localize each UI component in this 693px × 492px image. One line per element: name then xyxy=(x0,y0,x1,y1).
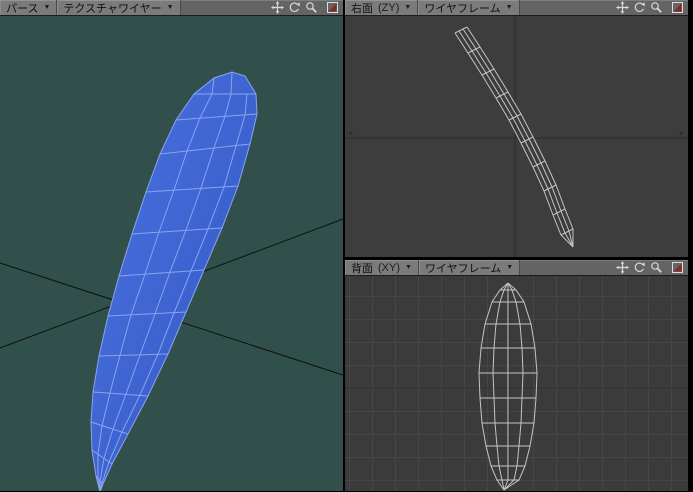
maximize-icon[interactable] xyxy=(670,261,685,274)
viewport-side: 右面 (ZY) ▼ ワイヤフレーム ▼ + + xyxy=(345,0,688,258)
back-header: 背面 (XY) ▼ ワイヤフレーム ▼ xyxy=(345,260,688,276)
viewport-back: 背面 (XY) ▼ ワイヤフレーム ▼ xyxy=(345,260,688,492)
viewport-controls xyxy=(270,0,343,15)
rotate-icon[interactable] xyxy=(632,1,647,14)
zoom-icon[interactable] xyxy=(649,261,664,274)
viewport-perspective: パース ▼ テクスチャワイヤー ▼ xyxy=(0,0,343,492)
perspective-header: パース ▼ テクスチャワイヤー ▼ xyxy=(0,0,343,16)
back-canvas[interactable] xyxy=(345,276,688,491)
banana-wireframe-back xyxy=(478,282,538,491)
pan-icon[interactable] xyxy=(615,1,630,14)
view-label: 背面 xyxy=(351,262,373,275)
perspective-scene xyxy=(0,71,343,491)
chevron-down-icon: ▼ xyxy=(505,4,513,11)
axis-mark-left: + xyxy=(348,129,354,139)
display-mode-label: ワイヤフレーム xyxy=(424,2,501,15)
rotate-icon[interactable] xyxy=(632,261,647,274)
display-mode-selector-back[interactable]: ワイヤフレーム ▼ xyxy=(418,260,521,275)
maximize-icon[interactable] xyxy=(670,1,685,14)
side-canvas[interactable]: + + xyxy=(345,16,688,257)
view-label: 右面 xyxy=(351,2,373,15)
viewport-controls xyxy=(615,0,688,15)
display-mode-selector-side[interactable]: ワイヤフレーム ▼ xyxy=(418,0,520,15)
view-selector-back[interactable]: 背面 (XY) ▼ xyxy=(345,260,419,275)
rotate-icon[interactable] xyxy=(287,1,302,14)
side-scene: + + xyxy=(345,16,688,257)
pan-icon[interactable] xyxy=(615,261,630,274)
banana-mesh xyxy=(90,71,258,491)
view-selector-side[interactable]: 右面 (ZY) ▼ xyxy=(345,0,419,15)
chevron-down-icon: ▼ xyxy=(405,264,412,271)
pan-icon[interactable] xyxy=(270,1,285,14)
view-selector-perspective[interactable]: パース ▼ xyxy=(0,0,58,15)
display-mode-label: ワイヤフレーム xyxy=(424,262,502,275)
modeler-window: パース ▼ テクスチャワイヤー ▼ 右面 (ZY) ▼ ワイヤフレーム ▼ + … xyxy=(0,0,693,492)
header-spacer xyxy=(520,260,615,275)
display-mode-selector-perspective[interactable]: テクスチャワイヤー ▼ xyxy=(57,0,181,15)
view-axis-label: (ZY) xyxy=(378,1,400,14)
maximize-icon[interactable] xyxy=(325,1,340,14)
chevron-down-icon: ▼ xyxy=(166,4,174,11)
side-header: 右面 (ZY) ▼ ワイヤフレーム ▼ xyxy=(345,0,688,16)
zoom-icon[interactable] xyxy=(304,1,319,14)
zoom-icon[interactable] xyxy=(649,1,664,14)
chevron-down-icon: ▼ xyxy=(43,4,51,11)
back-scene xyxy=(345,276,688,491)
banana-wireframe-side xyxy=(454,26,574,248)
display-mode-label: テクスチャワイヤー xyxy=(63,2,162,15)
view-label: パース xyxy=(6,2,39,15)
view-axis-label: (XY) xyxy=(378,261,400,274)
axis-mark-right: + xyxy=(678,129,684,139)
chevron-down-icon: ▼ xyxy=(506,264,514,271)
perspective-canvas[interactable] xyxy=(0,16,343,491)
chevron-down-icon: ▼ xyxy=(404,4,412,11)
header-spacer xyxy=(520,0,615,15)
viewport-controls xyxy=(615,260,688,275)
header-spacer xyxy=(181,0,270,15)
